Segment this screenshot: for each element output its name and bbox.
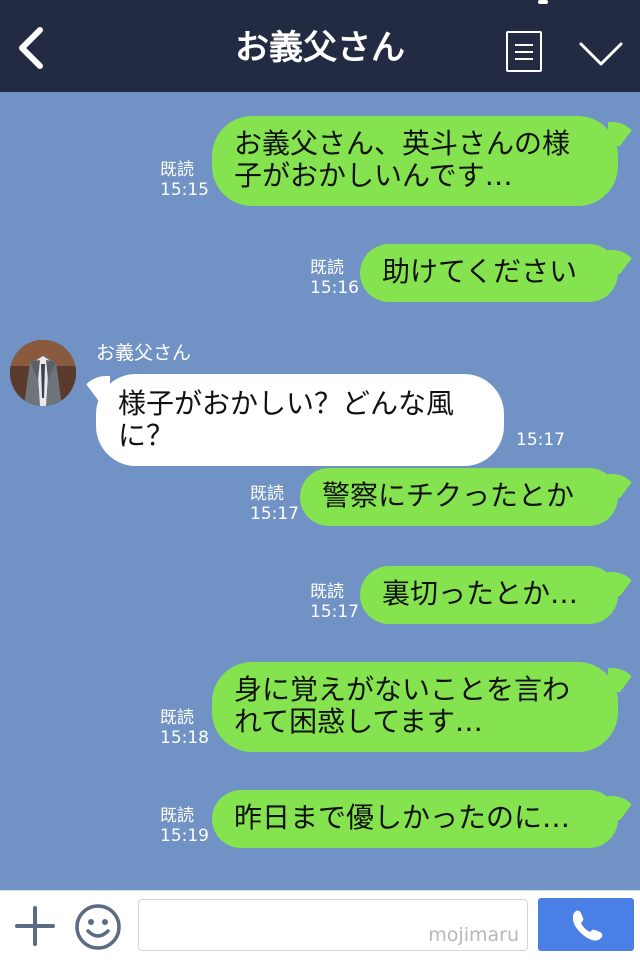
outgoing-message-bubble[interactable]: 助けてください bbox=[360, 244, 618, 302]
sender-name: お義父さん bbox=[96, 342, 192, 364]
chat-title: お義父さん bbox=[235, 28, 405, 68]
message-meta: 既読 15:17 bbox=[250, 484, 299, 524]
message-row: 昨日まで優しかったのに… bbox=[212, 790, 618, 848]
read-receipt: 既読 bbox=[310, 258, 344, 278]
message-row: 身に覚えがないことを言わ れて困惑してます… bbox=[212, 662, 618, 752]
read-receipt: 既読 bbox=[160, 160, 194, 180]
message-time: 15:16 bbox=[310, 278, 359, 298]
avatar[interactable] bbox=[10, 340, 76, 406]
chat-header: お義父さん bbox=[0, 0, 640, 92]
call-button[interactable] bbox=[538, 898, 634, 951]
watermark: mojimaru bbox=[428, 924, 519, 946]
message-row: 警察にチクったとか bbox=[300, 468, 618, 526]
message-time: 15:17 bbox=[516, 430, 565, 450]
message-text-line: 助けてください bbox=[382, 255, 578, 288]
phone-icon bbox=[572, 910, 603, 941]
message-meta: 既読 15:17 bbox=[310, 582, 359, 622]
read-receipt: 既読 bbox=[160, 708, 194, 728]
message-row: 助けてください bbox=[360, 244, 618, 302]
message-time: 15:17 bbox=[310, 602, 359, 622]
message-meta: 既読 15:15 bbox=[160, 160, 209, 200]
message-meta: 既読 15:18 bbox=[160, 708, 209, 748]
read-receipt: 既読 bbox=[160, 806, 194, 826]
read-receipt: 既読 bbox=[250, 484, 284, 504]
message-text-line: 警察にチクったとか bbox=[322, 479, 575, 512]
message-text-line: 裏切ったとか… bbox=[382, 577, 579, 610]
message-meta: 既読 15:19 bbox=[160, 806, 209, 846]
message-time: 15:17 bbox=[250, 504, 299, 524]
incoming-message-bubble[interactable]: 様子がおかしい？どんな風 に？ bbox=[96, 374, 504, 466]
message-text-line: 子がおかしいんです… bbox=[234, 159, 513, 192]
message-text-line: 昨日まで優しかったのに… bbox=[234, 801, 571, 834]
message-time: 15:15 bbox=[160, 180, 209, 200]
message-time: 15:18 bbox=[160, 728, 209, 748]
plus-icon[interactable] bbox=[14, 905, 56, 947]
outgoing-message-bubble[interactable]: お義父さん、英斗さんの様 子がおかしいんです… bbox=[212, 116, 618, 206]
message-text-line: に？ bbox=[118, 419, 175, 452]
message-meta: 既読 15:16 bbox=[310, 258, 359, 298]
suit-avatar-image bbox=[10, 340, 76, 406]
smiley-icon[interactable] bbox=[74, 903, 122, 951]
message-text-line: 身に覚えがないことを言わ bbox=[234, 673, 571, 706]
chat-message-list[interactable]: 既読 15:15 お義父さん、英斗さんの様 子がおかしいんです… 既読 15:1… bbox=[0, 92, 640, 890]
outgoing-message-bubble[interactable]: 裏切ったとか… bbox=[360, 566, 618, 624]
message-text-line: お義父さん、英斗さんの様 bbox=[234, 127, 571, 160]
message-text-line: 様子がおかしい？どんな風 bbox=[118, 387, 455, 420]
read-receipt: 既読 bbox=[310, 582, 344, 602]
chevron-down-icon[interactable] bbox=[578, 38, 624, 68]
outgoing-message-bubble[interactable]: 警察にチクったとか bbox=[300, 468, 618, 526]
menu-list-icon[interactable] bbox=[506, 31, 542, 72]
composer-bar: mojimaru bbox=[0, 890, 640, 960]
status-indicator bbox=[538, 0, 548, 4]
message-text-line: れて困惑してます… bbox=[234, 705, 483, 738]
message-input[interactable]: mojimaru bbox=[138, 899, 528, 951]
message-row: 裏切ったとか… bbox=[360, 566, 618, 624]
outgoing-message-bubble[interactable]: 昨日まで優しかったのに… bbox=[212, 790, 618, 848]
message-time: 15:19 bbox=[160, 826, 209, 846]
message-row: お義父さん、英斗さんの様 子がおかしいんです… bbox=[212, 116, 618, 206]
outgoing-message-bubble[interactable]: 身に覚えがないことを言わ れて困惑してます… bbox=[212, 662, 618, 752]
